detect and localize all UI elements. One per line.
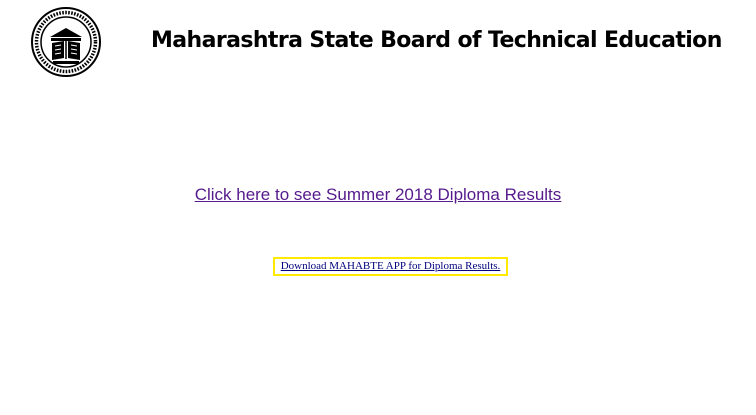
summer-2018-results-link[interactable]: Click here to see Summer 2018 Diploma Re… [0, 185, 756, 205]
app-download-highlight: Download MAHABTE APP for Diploma Results… [273, 257, 508, 276]
msbte-seal-icon [28, 6, 104, 78]
download-app-link[interactable]: Download MAHABTE APP for Diploma Results… [275, 259, 506, 274]
page: Maharashtra State Board of Technical Edu… [0, 0, 756, 415]
page-title: Maharashtra State Board of Technical Edu… [151, 28, 722, 53]
